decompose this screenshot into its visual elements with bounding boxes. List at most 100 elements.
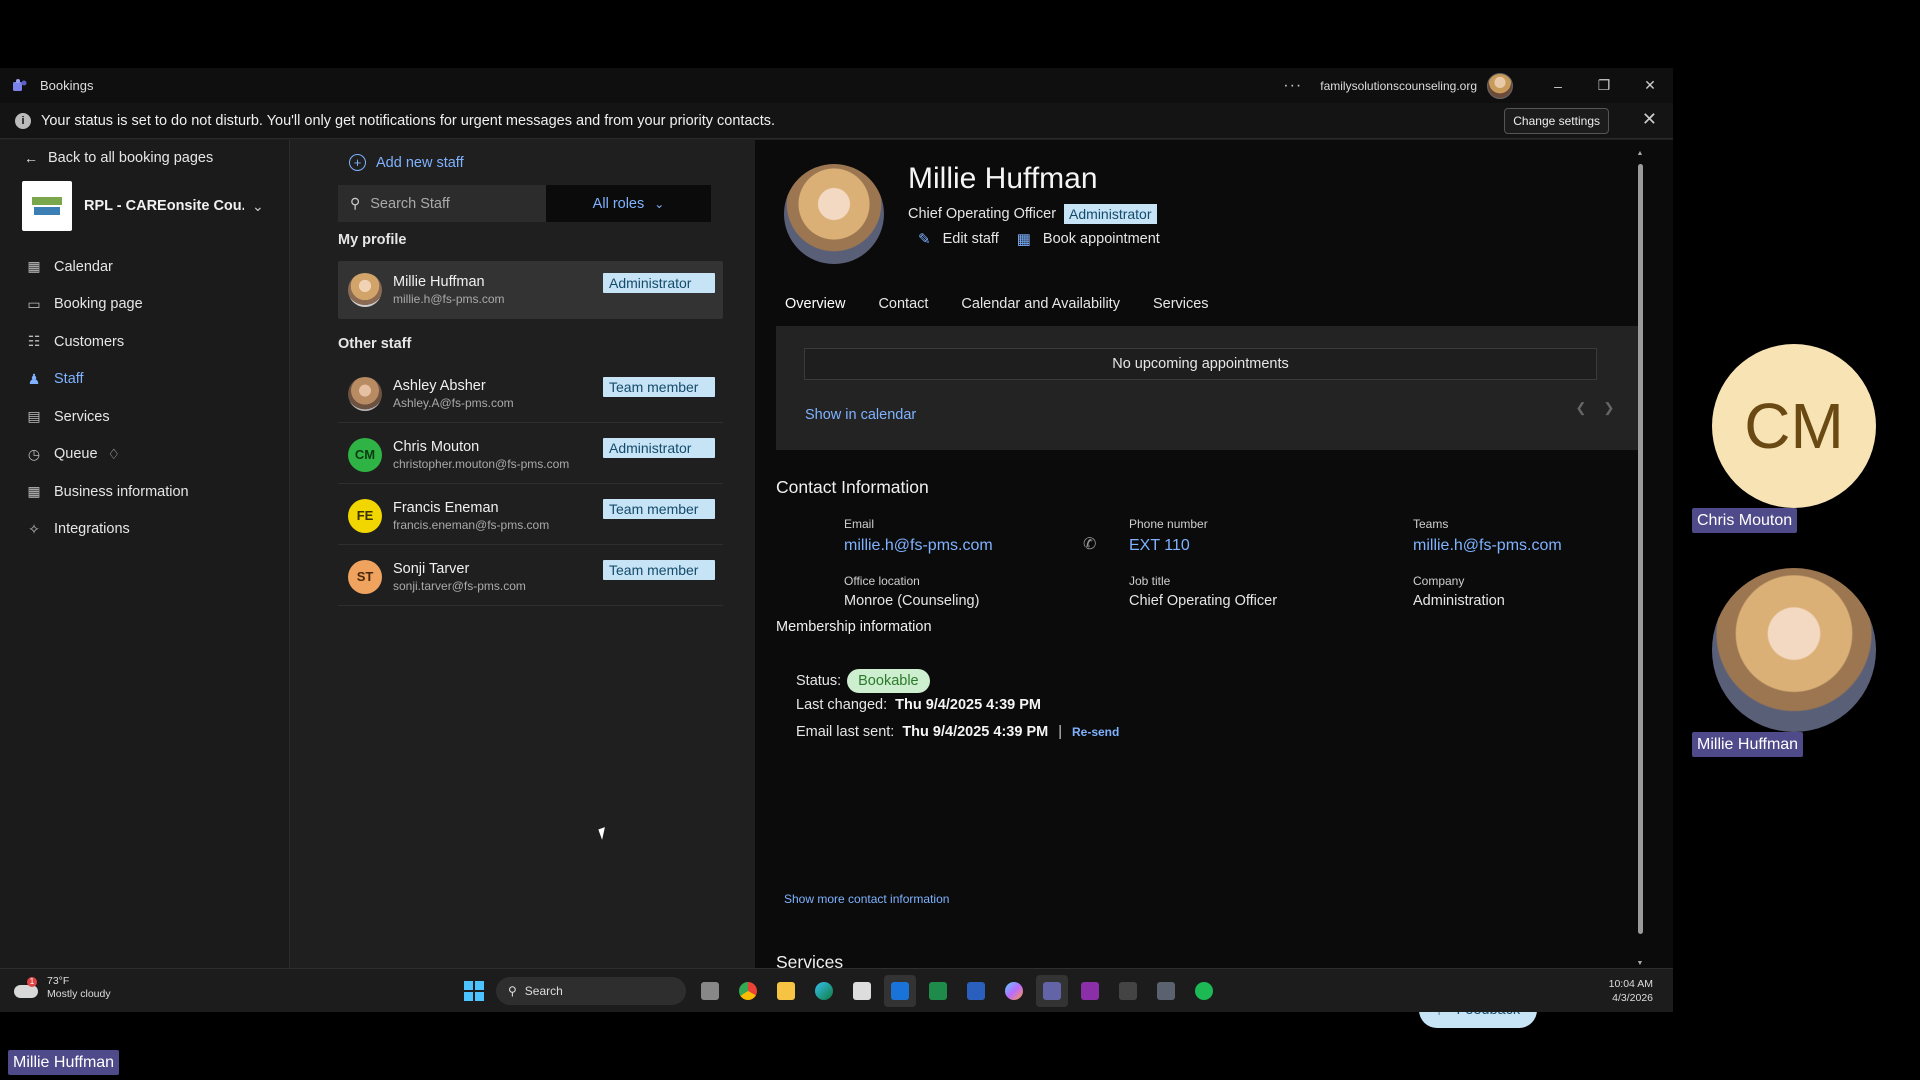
staff-row[interactable]: Ashley Absher Ashley.A@fs-pms.com Team m…: [338, 365, 723, 423]
role-badge: Administrator: [603, 438, 715, 458]
dismiss-notification-icon[interactable]: ✕: [1642, 109, 1657, 130]
nav-list: ▦ Calendar ▭ Booking page ☷ Customers ♟ Staf…: [26, 248, 189, 549]
teams-icon[interactable]: [1036, 975, 1068, 1007]
my-profile-heading: My profile: [338, 232, 407, 248]
nav-item-label: Queue: [54, 446, 98, 463]
tab-calendar-availability[interactable]: Calendar and Availability: [961, 296, 1120, 322]
dnd-notification-bar: i Your status is set to do not disturb. …: [0, 103, 1673, 139]
nav-item-customers[interactable]: ☷ Customers: [26, 323, 189, 361]
clock-date: 4/3/2026: [1612, 992, 1653, 1004]
3cx-icon[interactable]: [1112, 975, 1144, 1007]
tab-contact[interactable]: Contact: [878, 296, 928, 322]
staff-row[interactable]: FE Francis Eneman francis.eneman@fs-pms.…: [338, 487, 723, 545]
staff-row-me[interactable]: Millie Huffman millie.h@fs-pms.com Admin…: [338, 261, 723, 319]
scroll-thumb[interactable]: [1638, 164, 1643, 934]
contact-info-heading: Contact Information: [776, 477, 929, 497]
edit-staff-button[interactable]: ✎ Edit staff: [918, 230, 999, 248]
system-clock[interactable]: 10:04 AM 4/3/2026: [1609, 977, 1653, 1005]
onenote-icon[interactable]: [1074, 975, 1106, 1007]
account-avatar[interactable]: [1487, 72, 1513, 99]
roles-filter-dropdown[interactable]: All roles ⌄: [546, 185, 711, 222]
phone-field: Phone number EXT 110: [1129, 517, 1208, 555]
detail-scrollbar[interactable]: ▲ ▼: [1635, 150, 1645, 970]
search-icon: ⚲: [508, 984, 517, 998]
calculator-icon[interactable]: [1150, 975, 1182, 1007]
excel-icon[interactable]: [922, 975, 954, 1007]
staff-email: millie.h@fs-pms.com: [393, 292, 505, 306]
job-title-field: Job title Chief Operating Officer: [1129, 574, 1277, 609]
premium-diamond-icon: ♢: [107, 445, 121, 462]
word-icon[interactable]: [960, 975, 992, 1007]
nav-item-business-information[interactable]: ▦ Business information: [26, 473, 189, 511]
show-more-contact-link[interactable]: Show more contact information: [784, 892, 949, 906]
email-link[interactable]: millie.h@fs-pms.com: [844, 537, 993, 555]
start-button[interactable]: [458, 975, 490, 1007]
office-value: Monroe (Counseling): [844, 593, 980, 609]
nav-item-label: Customers: [54, 333, 125, 350]
nav-item-integrations[interactable]: ✧ Integrations: [26, 511, 189, 549]
profile-tabs: Overview Contact Calendar and Availabili…: [785, 296, 1242, 328]
field-label: Office location: [844, 574, 920, 588]
phone-link[interactable]: EXT 110: [1129, 537, 1208, 555]
nav-item-services[interactable]: ▤ Services: [26, 398, 189, 436]
minimize-icon[interactable]: –: [1535, 68, 1581, 103]
chevron-right-icon[interactable]: ❯: [1595, 394, 1623, 422]
profile-photo: [784, 164, 884, 264]
restore-icon[interactable]: ❐: [1581, 68, 1627, 103]
taskbar-search-label: Search: [524, 984, 563, 998]
book-appointment-label: Book appointment: [1042, 231, 1160, 247]
back-label: Back to all booking pages: [48, 150, 214, 166]
scroll-up-icon[interactable]: ▲: [1635, 150, 1645, 160]
booking-page-name: RPL - CAREonsite Cou...: [84, 198, 244, 214]
tab-overview[interactable]: Overview: [785, 296, 846, 328]
booking-page-selector[interactable]: RPL - CAREonsite Cou... ⌄: [22, 180, 272, 232]
copilot-icon[interactable]: [998, 975, 1030, 1007]
app-title: Bookings: [12, 78, 93, 94]
close-window-icon[interactable]: ✕: [1627, 68, 1673, 103]
field-label: Job title: [1129, 574, 1171, 588]
back-to-booking-pages-link[interactable]: ← Back to all booking pages: [24, 150, 213, 166]
last-changed-value: Thu 9/4/2025 4:39 PM: [895, 697, 1041, 713]
integrations-icon: ✧: [28, 520, 40, 537]
staff-row[interactable]: ST Sonji Tarver sonji.tarver@fs-pms.com …: [338, 548, 723, 606]
outlook-icon[interactable]: [884, 975, 916, 1007]
staff-email: francis.eneman@fs-pms.com: [393, 517, 550, 532]
nav-item-queue[interactable]: ◷ Queue ♢: [26, 436, 189, 474]
show-in-calendar-link[interactable]: Show in calendar: [805, 407, 916, 423]
staff-email: Ashley.A@fs-pms.com: [393, 395, 514, 410]
change-settings-button[interactable]: Change settings: [1504, 108, 1609, 134]
chrome-icon[interactable]: [732, 975, 764, 1007]
staff-row[interactable]: CM Chris Mouton christopher.mouton@fs-pm…: [338, 426, 723, 484]
resend-link[interactable]: Re-send: [1072, 725, 1119, 739]
nav-item-booking-page[interactable]: ▭ Booking page: [26, 286, 189, 324]
separator: |: [1058, 724, 1062, 740]
nav-item-label: Services: [54, 408, 110, 425]
more-options-icon[interactable]: ···: [1283, 77, 1302, 95]
last-changed-row: Last changed: Thu 9/4/2025 4:39 PM: [796, 697, 1041, 713]
tab-services[interactable]: Services: [1153, 296, 1209, 322]
search-staff-input[interactable]: ⚲ Search Staff: [338, 185, 546, 222]
taskbar-search[interactable]: ⚲ Search: [496, 977, 686, 1005]
task-view-icon[interactable]: [694, 975, 726, 1007]
edge-icon[interactable]: [808, 975, 840, 1007]
teams-link[interactable]: millie.h@fs-pms.com: [1413, 537, 1562, 555]
book-appointment-button[interactable]: ▦ Book appointment: [1017, 230, 1160, 248]
staff-icon: ♟: [27, 370, 41, 387]
business-icon: ▦: [27, 483, 41, 500]
file-explorer-icon[interactable]: [770, 975, 802, 1007]
spotify-icon[interactable]: [1188, 975, 1220, 1007]
status-row: Status: Bookable: [796, 669, 930, 693]
store-icon[interactable]: [846, 975, 878, 1007]
chevron-left-icon[interactable]: ❮: [1567, 394, 1595, 422]
windows-taskbar: 1 73°F Mostly cloudy ⚲ Search 10:04 AM 4…: [0, 968, 1673, 1012]
nav-item-calendar[interactable]: ▦ Calendar: [26, 248, 189, 286]
add-new-staff-button[interactable]: + Add new staff: [349, 154, 464, 171]
other-staff-heading: Other staff: [338, 336, 412, 352]
nav-item-label: Business information: [54, 483, 189, 500]
chevron-down-icon: ⌄: [654, 196, 665, 211]
weather-widget[interactable]: 1 73°F Mostly cloudy: [14, 975, 111, 1001]
nav-item-staff[interactable]: ♟ Staff: [26, 361, 189, 399]
queue-icon: ◷: [27, 445, 41, 462]
appointments-pager: ❮ ❯: [1567, 394, 1623, 422]
org-name[interactable]: familysolutionscounseling.org: [1320, 79, 1477, 93]
